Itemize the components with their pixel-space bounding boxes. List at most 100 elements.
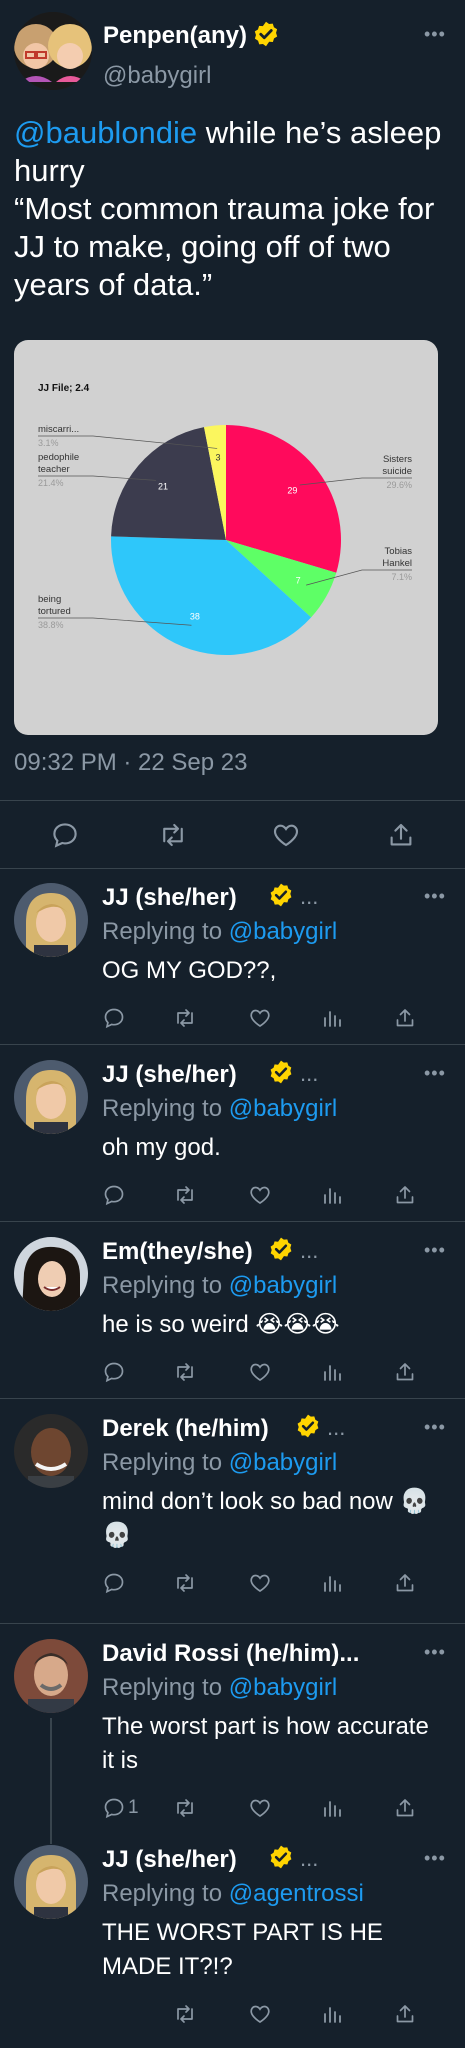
pie-percent-label: 38.8% — [38, 620, 64, 630]
replying-label: Replying to — [102, 1449, 223, 1476]
replying-label: Replying to — [102, 1880, 223, 1907]
pie-category-label: Hankel — [382, 558, 412, 569]
divider — [0, 868, 465, 869]
reply-display-name[interactable]: JJ (she/her) — [102, 1846, 237, 1874]
avatar[interactable] — [14, 12, 92, 90]
retweet-icon[interactable] — [157, 820, 189, 855]
pie-category-label: teacher — [38, 464, 70, 475]
views-icon[interactable] — [320, 2002, 344, 2031]
like-icon[interactable] — [247, 1796, 273, 1825]
reply-display-name[interactable]: David Rossi (he/him)... — [102, 1640, 359, 1668]
reply-display-name[interactable]: Derek (he/him) — [102, 1415, 269, 1443]
avatar[interactable] — [14, 883, 88, 957]
retweet-icon[interactable] — [172, 1183, 198, 1212]
handle-ellipsis: ... — [300, 884, 319, 909]
mention-link[interactable]: @baublondie — [14, 115, 197, 150]
tweet-text: @baublondie while he’s asleep hurry “Mos… — [14, 114, 454, 304]
pie-value-label: 29 — [287, 485, 297, 495]
reply-actions — [102, 1571, 432, 1597]
share-icon[interactable] — [393, 1360, 417, 1389]
reply-icon[interactable] — [102, 1006, 126, 1035]
views-icon[interactable] — [320, 1796, 344, 1825]
like-icon[interactable] — [247, 1571, 273, 1600]
more-icon[interactable]: ••• — [424, 1063, 446, 1084]
share-icon[interactable] — [393, 1796, 417, 1825]
handle-ellipsis: ... — [300, 1846, 319, 1871]
verified-badge-icon — [295, 1413, 321, 1444]
replying-handle[interactable]: @babygirl — [229, 1449, 337, 1476]
reply-actions — [102, 1006, 432, 1032]
handle-ellipsis: ... — [327, 1415, 346, 1440]
share-icon[interactable] — [393, 1006, 417, 1035]
share-icon[interactable] — [393, 1183, 417, 1212]
reply-display-name[interactable]: Em(they/she) — [102, 1238, 253, 1266]
timestamp[interactable]: 09:32 PM · 22 Sep 23 — [14, 749, 247, 777]
replying-to: Replying to @babygirl — [102, 1272, 337, 1300]
verified-badge-icon — [252, 20, 280, 53]
reply-icon[interactable] — [50, 820, 80, 855]
reply-actions — [102, 2002, 432, 2028]
avatar[interactable] — [14, 1060, 88, 1134]
more-icon[interactable]: ••• — [424, 1642, 446, 1663]
pie-category-label: tortured — [38, 606, 71, 617]
reply-display-name[interactable]: JJ (she/her) — [102, 884, 237, 912]
handle[interactable]: @babygirl — [103, 62, 211, 90]
views-icon[interactable] — [320, 1006, 344, 1035]
like-icon[interactable] — [247, 2002, 273, 2031]
like-icon[interactable] — [247, 1006, 273, 1035]
divider — [0, 1044, 465, 1045]
more-icon[interactable]: ••• — [424, 1848, 446, 1869]
more-icon[interactable]: ••• — [424, 24, 446, 45]
chart-image[interactable]: JJ File; 2.4 29 7 38 21 3 Sisters suicide 29.6… — [14, 340, 438, 735]
like-icon[interactable] — [270, 820, 302, 855]
retweet-icon[interactable] — [172, 1796, 198, 1825]
reply-text: oh my god. — [102, 1134, 221, 1161]
replying-to: Replying to @babygirl — [102, 1095, 337, 1123]
like-icon[interactable] — [247, 1360, 273, 1389]
handle-ellipsis: ... — [300, 1238, 319, 1263]
views-icon[interactable] — [320, 1183, 344, 1212]
share-icon[interactable] — [386, 820, 416, 855]
pie-category-label: miscarri... — [38, 424, 79, 435]
verified-badge-icon — [268, 1236, 294, 1267]
reply-icon[interactable] — [102, 1183, 126, 1212]
reply-icon[interactable] — [102, 1360, 126, 1389]
like-icon[interactable] — [247, 1183, 273, 1212]
replying-label: Replying to — [102, 1095, 223, 1122]
reply-text: he is so weird 😭😭😭 — [102, 1311, 340, 1338]
reply-icon[interactable] — [102, 1796, 126, 1825]
retweet-icon[interactable] — [172, 2002, 198, 2031]
reply-actions — [102, 1360, 432, 1386]
avatar[interactable] — [14, 1845, 88, 1919]
pie-percent-label: 29.6% — [386, 480, 412, 490]
pie-category-label: suicide — [382, 466, 412, 477]
avatar[interactable] — [14, 1237, 88, 1311]
retweet-icon[interactable] — [172, 1006, 198, 1035]
replying-handle[interactable]: @babygirl — [229, 1272, 337, 1299]
replying-handle[interactable]: @babygirl — [229, 1095, 337, 1122]
views-icon[interactable] — [320, 1360, 344, 1389]
display-name[interactable]: Penpen(any) — [103, 22, 247, 50]
avatar[interactable] — [14, 1639, 88, 1713]
retweet-icon[interactable] — [172, 1360, 198, 1389]
more-icon[interactable]: ••• — [424, 1417, 446, 1438]
reply-icon[interactable] — [102, 1571, 126, 1600]
pie-percent-label: 21.4% — [38, 478, 64, 488]
divider — [0, 1398, 465, 1399]
more-icon[interactable]: ••• — [424, 886, 446, 907]
retweet-icon[interactable] — [172, 1571, 198, 1600]
replying-to: Replying to @babygirl — [102, 1674, 337, 1702]
replying-to: Replying to @babygirl — [102, 918, 337, 946]
replying-label: Replying to — [102, 918, 223, 945]
verified-badge-icon — [268, 1059, 294, 1090]
share-icon[interactable] — [393, 1571, 417, 1600]
reply-display-name[interactable]: JJ (she/her) — [102, 1061, 237, 1089]
views-icon[interactable] — [320, 1571, 344, 1600]
replying-handle[interactable]: @babygirl — [229, 918, 337, 945]
more-icon[interactable]: ••• — [424, 1240, 446, 1261]
replying-handle[interactable]: @babygirl — [229, 1674, 337, 1701]
verified-badge-icon — [268, 882, 294, 913]
share-icon[interactable] — [393, 2002, 417, 2031]
avatar[interactable] — [14, 1414, 88, 1488]
replying-handle[interactable]: @agentrossi — [229, 1880, 364, 1907]
